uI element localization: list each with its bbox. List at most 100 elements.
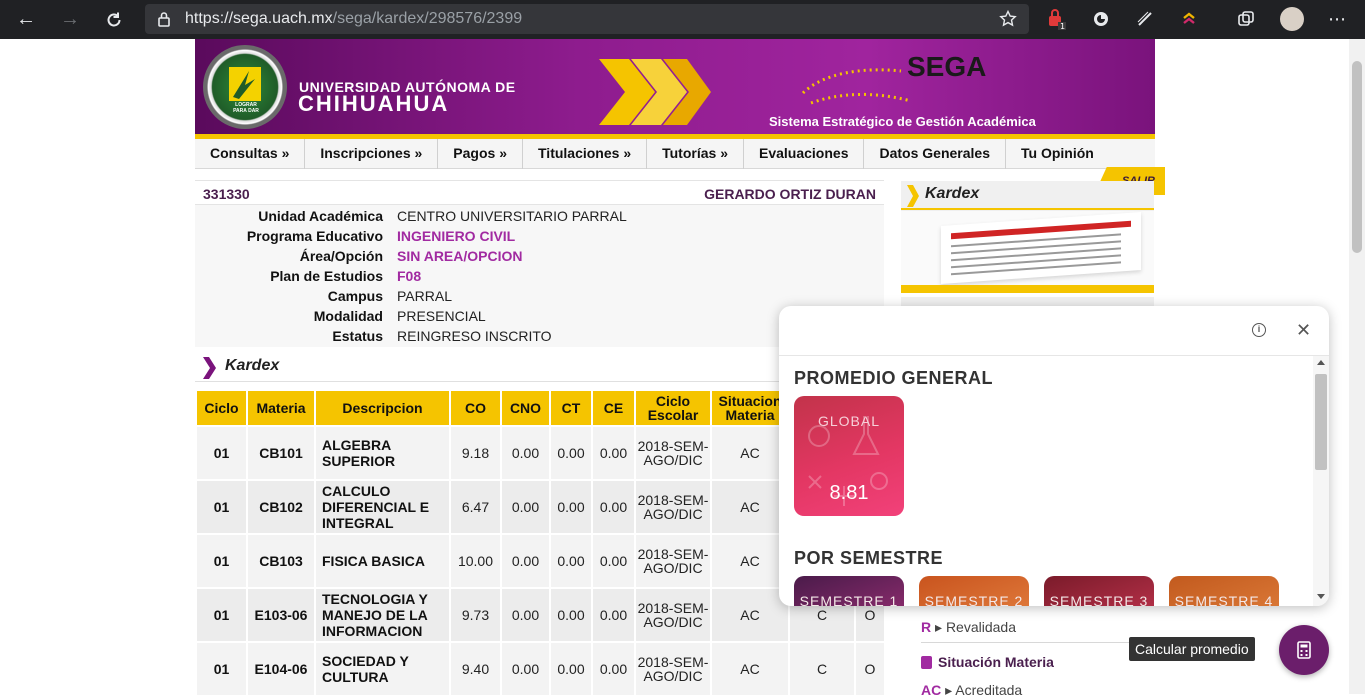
- calculate-average-button[interactable]: [1279, 625, 1329, 675]
- info-value: REINGRESO INSCRITO: [397, 328, 552, 344]
- browser-toolbar: ← → https://sega.uach.mx/sega/kardex/298…: [0, 0, 1365, 39]
- cell-cno: 0.00: [500, 479, 551, 535]
- column-header[interactable]: CE: [591, 389, 636, 427]
- right-kardex-tab[interactable]: Kardex: [901, 181, 1154, 213]
- chevron-right-icon: [203, 357, 216, 379]
- popup-scrollbar-thumb[interactable]: [1315, 374, 1327, 470]
- kardex-thumbnail-image[interactable]: [901, 211, 1154, 293]
- info-label: Estatus: [332, 328, 383, 344]
- cell-descripcion: CALCULO DIFERENCIAL E INTEGRAL: [314, 479, 451, 535]
- cell-ciclo: 01: [195, 479, 248, 535]
- column-header[interactable]: Descripcion: [314, 389, 451, 427]
- menu-item-consultas[interactable]: Consultas »: [195, 139, 306, 169]
- favorite-star-icon[interactable]: [999, 9, 1017, 33]
- menu-item-pagos[interactable]: Pagos »: [438, 139, 523, 169]
- extension-lock-icon[interactable]: 1: [1045, 8, 1067, 30]
- extension-pen-icon[interactable]: [1134, 8, 1156, 30]
- cell-cno: 0.00: [500, 533, 551, 589]
- cell-ce: 0.00: [591, 425, 636, 481]
- menu-item-datos-generales[interactable]: Datos Generales: [864, 139, 1006, 169]
- info-row: Programa Educativo INGENIERO CIVIL: [195, 228, 884, 248]
- address-bar[interactable]: https://sega.uach.mx/sega/kardex/298576/…: [145, 4, 1029, 34]
- column-header[interactable]: CT: [549, 389, 593, 427]
- forward-icon[interactable]: →: [52, 2, 88, 38]
- semester-card[interactable]: SEMESTRE 1: [794, 576, 904, 606]
- student-name: GERARDO ORTIZ DURAN: [704, 186, 876, 202]
- info-value: CENTRO UNIVERSITARIO PARRAL: [397, 208, 627, 224]
- cell-situacion: AC: [710, 425, 790, 481]
- close-icon[interactable]: ✕: [1296, 320, 1311, 341]
- cell-materia: E104-06: [246, 641, 316, 697]
- university-seal-logo: LOGRAR PARA DAR: [203, 45, 287, 129]
- semester-label: SEMESTRE 1: [799, 593, 899, 606]
- lock-icon[interactable]: [157, 11, 173, 27]
- legend-divider: [921, 642, 1131, 643]
- cell-materia: CB101: [246, 425, 316, 481]
- cell-co: 9.18: [449, 425, 502, 481]
- menu-item-tu-opinion[interactable]: Tu Opinión: [1006, 139, 1109, 169]
- cell-cno: 0.00: [500, 641, 551, 697]
- column-header[interactable]: CNO: [500, 389, 551, 427]
- cell-cno: 0.00: [500, 425, 551, 481]
- cell-ce: 0.00: [591, 533, 636, 589]
- extension-chevrons-icon[interactable]: [1178, 8, 1200, 30]
- kardex-thumbnail-sheet: [941, 212, 1141, 284]
- scroll-up-icon[interactable]: [1317, 360, 1325, 365]
- global-label: GLOBAL: [817, 413, 881, 429]
- collections-icon[interactable]: [1235, 8, 1257, 30]
- semester-card[interactable]: SEMESTRE 2: [919, 576, 1029, 606]
- menu-item-tutorias[interactable]: Tutorías »: [647, 139, 744, 169]
- page-scrollbar-thumb[interactable]: [1352, 61, 1362, 253]
- column-header[interactable]: Ciclo Escolar: [634, 389, 712, 427]
- cell-ciclo: 01: [195, 425, 248, 481]
- url-path: /sega/kardex/298576/2399: [332, 10, 523, 27]
- sega-logo-text: SEGA: [907, 51, 987, 82]
- cell-ct: 0.00: [549, 479, 593, 535]
- page-scrollbar[interactable]: [1349, 39, 1365, 694]
- legend-section-title: Situación Materia: [921, 654, 1054, 670]
- column-header[interactable]: CO: [449, 389, 502, 427]
- column-header[interactable]: Ciclo: [195, 389, 248, 427]
- semester-average-heading: POR SEMESTRE: [794, 548, 944, 568]
- cell-situacion: AC: [710, 533, 790, 589]
- cell-ct: 0.00: [549, 533, 593, 589]
- semester-label: SEMESTRE 2: [924, 593, 1024, 606]
- menu-item-evaluaciones[interactable]: Evaluaciones: [744, 139, 865, 169]
- profile-avatar[interactable]: [1280, 7, 1304, 31]
- back-icon[interactable]: ←: [8, 2, 44, 38]
- extension-circle-icon[interactable]: [1090, 8, 1112, 30]
- popup-scrollbar[interactable]: [1313, 356, 1329, 606]
- chevron-graphic: [599, 59, 711, 125]
- info-icon[interactable]: i: [1252, 323, 1266, 337]
- menu-item-inscripciones[interactable]: Inscripciones »: [305, 139, 439, 169]
- cell-descripcion: ALGEBRA SUPERIOR: [314, 425, 451, 481]
- cell-ct: 0.00: [549, 587, 593, 643]
- cell-ct: 0.00: [549, 425, 593, 481]
- kardex-title: Kardex: [225, 357, 280, 374]
- menu-item-titulaciones[interactable]: Titulaciones »: [523, 139, 648, 169]
- info-label: Modalidad: [313, 308, 383, 324]
- cell-ciclo-escolar: 2018-SEM-AGO/DIC: [634, 587, 712, 643]
- semester-card[interactable]: SEMESTRE 4: [1169, 576, 1279, 606]
- student-id: 331330: [203, 186, 250, 202]
- column-header[interactable]: Materia: [246, 389, 316, 427]
- average-calculator-popup: i ✕ PROMEDIO GENERAL GLOBAL 8.81 POR SEM…: [779, 306, 1329, 606]
- student-id-bar: 331330 GERARDO ORTIZ DURAN: [195, 180, 884, 205]
- reload-icon[interactable]: [96, 2, 132, 38]
- legend-code: AC: [921, 682, 942, 698]
- scroll-down-icon[interactable]: [1317, 594, 1325, 599]
- legend-code: R: [921, 619, 932, 635]
- seal-text: LOGRAR PARA DAR: [233, 102, 259, 114]
- legend-label: Revalidada: [945, 619, 1016, 635]
- cell-situacion: AC: [710, 479, 790, 535]
- legend-item-acreditada: AC ▸ Acreditada: [921, 682, 1023, 698]
- global-average-card[interactable]: GLOBAL 8.81: [794, 396, 904, 516]
- semester-card[interactable]: SEMESTRE 3: [1044, 576, 1154, 606]
- more-menu-icon[interactable]: ⋯: [1326, 8, 1348, 30]
- legend-item-revalidada: R ▸ Revalidada: [921, 619, 1016, 635]
- info-row: Unidad Académica CENTRO UNIVERSITARIO PA…: [195, 208, 884, 228]
- cell-descripcion: FISICA BASICA: [314, 533, 451, 589]
- info-value: F08: [397, 268, 422, 284]
- cell-ciclo: 01: [195, 587, 248, 643]
- column-header[interactable]: Situacion Materia: [710, 389, 790, 427]
